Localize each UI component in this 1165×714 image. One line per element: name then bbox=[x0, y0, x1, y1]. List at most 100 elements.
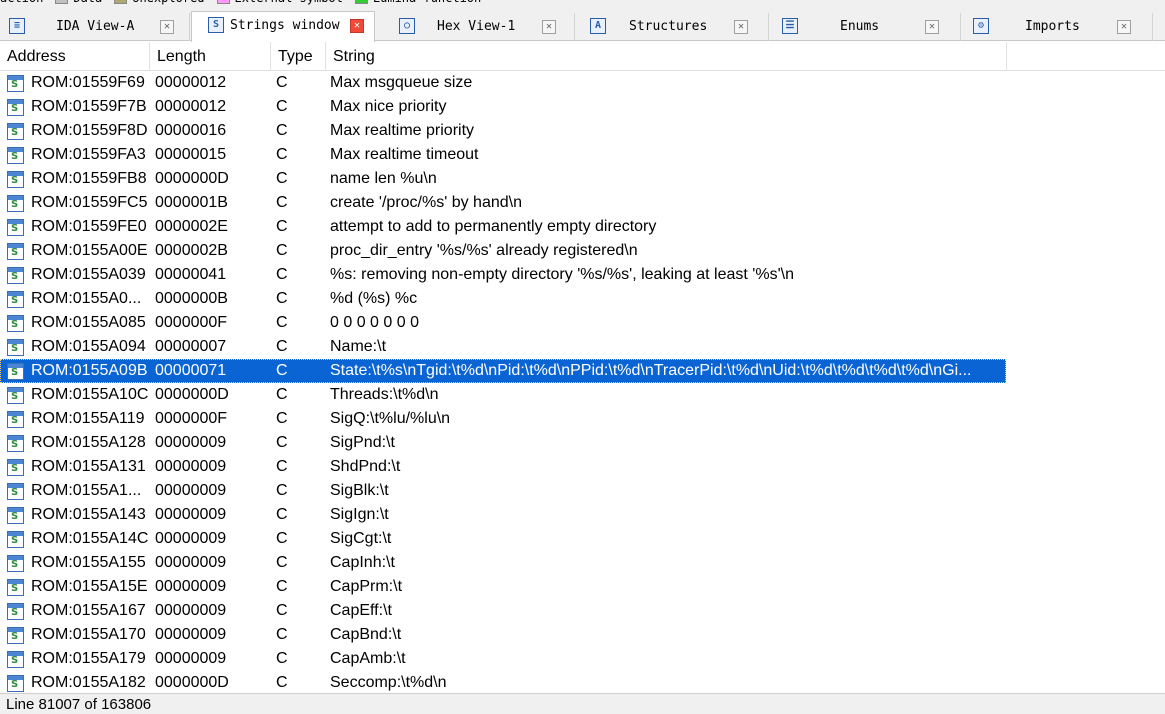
table-row[interactable]: S ROM:0155A182 0000000D C Seccomp:\t%d\n bbox=[0, 671, 1165, 693]
tab-structures[interactable]: A Structures ✕ bbox=[576, 13, 769, 41]
string-icon-cell: S bbox=[0, 122, 31, 140]
enums-icon: ☰ bbox=[782, 18, 798, 34]
table-row[interactable]: S ROM:01559FA3 00000015 C Max realtime timeo… bbox=[0, 143, 1165, 167]
string-icon-cell: S bbox=[0, 578, 31, 596]
cell-string: Threads:\t%d\n bbox=[330, 386, 439, 403]
cell-string: ShdPnd:\t bbox=[330, 458, 401, 475]
table-row[interactable]: S ROM:0155A15E 00000009 C CapPrm:\t bbox=[0, 575, 1165, 599]
tab-enums[interactable]: ☰ Enums ✕ bbox=[769, 13, 961, 41]
table-row[interactable]: S ROM:0155A00E 0000002B Cproc_dir_entry '%s… bbox=[0, 239, 1165, 263]
column-header-length[interactable]: Length bbox=[150, 42, 271, 71]
string-icon: S bbox=[7, 266, 24, 284]
close-icon[interactable]: ✕ bbox=[1117, 20, 1131, 34]
cell-address: ROM:0155A155 bbox=[31, 554, 146, 571]
cell-address: ROM:0155A10C bbox=[31, 386, 149, 403]
tab-label: Imports bbox=[1025, 19, 1080, 34]
close-icon[interactable]: ✕ bbox=[350, 19, 364, 33]
cell-length: 00000009 bbox=[155, 554, 227, 571]
string-icon-cell: S bbox=[0, 530, 31, 548]
cell-address: ROM:0155A039 bbox=[31, 266, 146, 283]
close-icon[interactable]: ✕ bbox=[925, 20, 939, 34]
cell-type: C bbox=[276, 338, 288, 355]
table-row[interactable]: S ROM:01559FC5 0000001B Ccreate '/proc/%s' … bbox=[0, 191, 1165, 215]
string-icon-cell: S bbox=[0, 290, 31, 308]
tab-strings-window[interactable]: S Strings window ✕ bbox=[191, 11, 375, 42]
tab-label: IDA View-A bbox=[56, 19, 135, 34]
cell-address: ROM:0155A119 bbox=[31, 410, 145, 427]
table-row[interactable]: S ROM:0155A085 0000000F C 0 0 0 0 0 0 0 bbox=[0, 311, 1165, 335]
string-icon-cell: S bbox=[0, 434, 31, 452]
table-row[interactable]: S ROM:0155A167 00000009 C CapEff:\t bbox=[0, 599, 1165, 623]
string-icon: S bbox=[7, 482, 24, 500]
cell-string: create '/proc/%s' by hand\n bbox=[330, 194, 522, 211]
table-row[interactable]: S ROM:01559FB8 0000000D Cname len %u\n bbox=[0, 167, 1165, 191]
cell-string: CapAmb:\t bbox=[330, 650, 406, 667]
cell-string: Seccomp:\t%d\n bbox=[330, 674, 447, 691]
table-row[interactable]: S ROM:01559F7B 00000012 C Max nice priority bbox=[0, 95, 1165, 119]
column-header-address[interactable]: Address bbox=[0, 42, 150, 71]
cell-type: C bbox=[276, 530, 288, 547]
table-row[interactable]: S ROM:0155A179 00000009 C CapAmb:\t bbox=[0, 647, 1165, 671]
legend-item: External symbol bbox=[211, 0, 343, 5]
cell-string: SigCgt:\t bbox=[330, 530, 392, 547]
cell-address: ROM:0155A131 bbox=[31, 458, 146, 475]
column-header-type[interactable]: Type bbox=[271, 42, 326, 71]
cell-type: C bbox=[276, 242, 288, 259]
close-icon[interactable]: ✕ bbox=[160, 20, 174, 34]
close-icon[interactable]: ✕ bbox=[734, 20, 748, 34]
cell-length: 0000002E bbox=[155, 218, 228, 235]
cell-length: 0000000B bbox=[155, 290, 228, 307]
close-icon[interactable]: ✕ bbox=[542, 20, 556, 34]
cell-type: C bbox=[276, 626, 288, 643]
table-row[interactable]: S ROM:0155A119 0000000F C SigQ:\t%lu/%lu\n bbox=[0, 407, 1165, 431]
cell-length: 00000009 bbox=[155, 458, 227, 475]
table-row[interactable]: S ROM:01559F69 00000012 C Max msgqueue size bbox=[0, 71, 1165, 95]
strings-table[interactable]: Address Length Type String S ROM:01559F69… bbox=[0, 42, 1165, 693]
cell-string: Max nice priority bbox=[330, 98, 447, 115]
table-row[interactable]: S ROM:0155A143 00000009 C SigIgn:\t bbox=[0, 503, 1165, 527]
table-row[interactable]: S ROM:01559FE0 0000002E Cattempt to add to … bbox=[0, 215, 1165, 239]
cell-type: C bbox=[276, 458, 288, 475]
cell-string: Name:\t bbox=[330, 338, 387, 355]
table-row[interactable]: S ROM:0155A131 00000009 C ShdPnd:\t bbox=[0, 455, 1165, 479]
string-icon-cell: S bbox=[0, 338, 31, 356]
cell-address: ROM:0155A00E bbox=[31, 242, 148, 259]
cell-length: 00000009 bbox=[155, 530, 227, 547]
table-row[interactable]: S ROM:0155A155 00000009 C CapInh:\t bbox=[0, 551, 1165, 575]
string-icon-cell: S bbox=[0, 194, 31, 212]
table-row[interactable]: S ROM:0155A170 00000009 C CapBnd:\t bbox=[0, 623, 1165, 647]
cell-length: 00000009 bbox=[155, 506, 227, 523]
table-row[interactable]: S ROM:0155A14C 00000009 C SigCgt:\t bbox=[0, 527, 1165, 551]
cell-type: C bbox=[276, 170, 288, 187]
legend-label: Lumina function bbox=[373, 0, 481, 5]
legend-items: action Data Unexplored External symbol Lumin… bbox=[0, 0, 487, 5]
string-icon-cell: S bbox=[0, 554, 31, 572]
cell-length: 0000001B bbox=[155, 194, 228, 211]
cell-address: ROM:0155A14C bbox=[31, 530, 149, 547]
cell-length: 00000071 bbox=[155, 362, 227, 379]
cell-address: ROM:0155A143 bbox=[31, 506, 146, 523]
string-icon: S bbox=[7, 650, 24, 668]
table-row[interactable]: S ROM:0155A09B 00000071 C State:\t%s\nTgid:\… bbox=[0, 359, 1006, 383]
table-row[interactable]: S ROM:01559F8D 00000016 C Max realtime prior… bbox=[0, 119, 1165, 143]
table-row[interactable]: S ROM:0155A128 00000009 C SigPnd:\t bbox=[0, 431, 1165, 455]
string-icon-cell: S bbox=[0, 74, 31, 92]
table-row[interactable]: S ROM:0155A094 00000007 C Name:\t bbox=[0, 335, 1165, 359]
tab-imports[interactable]: ⚙ Imports ✕ bbox=[961, 13, 1153, 41]
cell-address: ROM:0155A167 bbox=[31, 602, 146, 619]
tab-label: Hex View-1 bbox=[437, 19, 516, 34]
tab-bar: ≡ IDA View-A ✕ S Strings window ✕ ○ Hex View-1 ✕… bbox=[0, 6, 1165, 42]
column-header-string[interactable]: String bbox=[326, 42, 1007, 71]
table-row[interactable]: S ROM:0155A10C 0000000D C Threads:\t%d\n bbox=[0, 383, 1165, 407]
tab-ida-view-a[interactable]: ≡ IDA View-A ✕ bbox=[0, 13, 190, 41]
table-row[interactable]: S ROM:0155A1... 00000009 C SigBlk:\t bbox=[0, 479, 1165, 503]
tab-hex-view-1[interactable]: ○ Hex View-1 ✕ bbox=[381, 13, 575, 41]
string-icon-cell: S bbox=[0, 266, 31, 284]
table-row[interactable]: S ROM:0155A039 00000041 C %s: removing non-e… bbox=[0, 263, 1165, 287]
string-icon: S bbox=[7, 194, 24, 212]
cell-string: State:\t%s\nTgid:\t%d\nPid:\t%d\nPPid:\t… bbox=[330, 362, 972, 379]
ida-view-icon: ≡ bbox=[9, 18, 25, 34]
cell-length: 00000012 bbox=[155, 98, 227, 115]
table-row[interactable]: S ROM:0155A0... 0000000B C %d (%s) %c bbox=[0, 287, 1165, 311]
cell-type: C bbox=[276, 578, 288, 595]
